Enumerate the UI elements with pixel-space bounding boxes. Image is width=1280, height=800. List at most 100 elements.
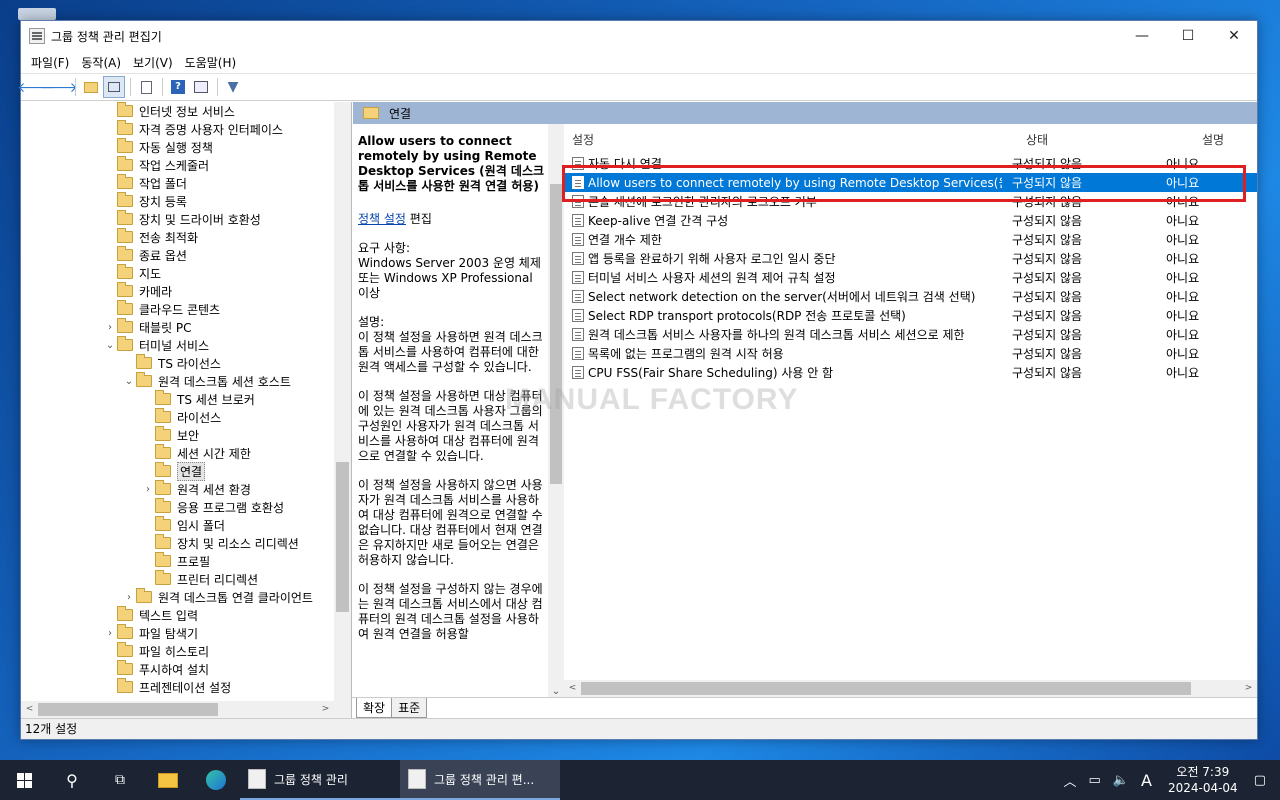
menu-view[interactable]: 보기(V)	[127, 54, 179, 71]
tree-item[interactable]: 연결	[21, 461, 334, 481]
collapse-chevron-icon[interactable]: ⌄	[122, 376, 136, 387]
tab-extended[interactable]: 확장	[356, 698, 393, 718]
close-button[interactable]: ✕	[1211, 21, 1257, 51]
tree-item[interactable]: 장치 등록	[21, 192, 334, 210]
maximize-button[interactable]: ☐	[1165, 21, 1211, 51]
tree-item[interactable]: 전송 최적화	[21, 228, 334, 246]
tree-item[interactable]: 인터넷 정보 서비스	[21, 102, 334, 120]
tree-item[interactable]: › 원격 세션 환경	[21, 480, 334, 498]
tree-item[interactable]: ⌄ 터미널 서비스	[21, 336, 334, 354]
help-icon[interactable]: ?	[167, 76, 189, 98]
menu-action[interactable]: 동작(A)	[75, 54, 127, 71]
policy-row[interactable]: Keep-alive 연결 간격 구성 구성되지 않음 아니요	[564, 211, 1257, 230]
tree-item[interactable]: 클라우드 콘텐츠	[21, 300, 334, 318]
policy-row[interactable]: 원격 데스크톱 서비스 사용자를 하나의 원격 데스크톱 서비스 세션으로 제한…	[564, 325, 1257, 344]
scroll-right-arrow-icon[interactable]: >	[317, 701, 334, 718]
expand-chevron-icon[interactable]: ›	[122, 592, 136, 603]
tree-item[interactable]: 작업 폴더	[21, 174, 334, 192]
policy-row[interactable]: 터미널 서비스 사용자 세션의 원격 제어 규칙 설정 구성되지 않음 아니요	[564, 268, 1257, 287]
policy-row[interactable]: Select RDP transport protocols(RDP 전송 프로…	[564, 306, 1257, 325]
menu-help[interactable]: 도움말(H)	[179, 54, 243, 71]
tree-item[interactable]: 종료 옵션	[21, 246, 334, 264]
tree-item[interactable]: 장치 및 리소스 리디렉션	[21, 534, 334, 552]
tree-hscroll-thumb[interactable]	[38, 703, 218, 716]
tree-item[interactable]: 응용 프로그램 호환성	[21, 498, 334, 516]
edit-policy-link[interactable]: 정책 설정	[358, 212, 406, 226]
filter-icon[interactable]: ▼	[222, 76, 244, 98]
tree-item[interactable]: 카메라	[21, 282, 334, 300]
tree-item[interactable]: › 원격 데스크톱 연결 클라이언트	[21, 588, 334, 606]
policy-row[interactable]: 자동 다시 연결 구성되지 않음 아니요	[564, 154, 1257, 173]
tree-horizontal-scrollbar[interactable]: < >	[21, 701, 334, 718]
tree-item[interactable]: 자격 증명 사용자 인터페이스	[21, 120, 334, 138]
notification-icon[interactable]: ▢	[1254, 773, 1266, 788]
policy-row[interactable]: 목록에 없는 프로그램의 원격 시작 허용 구성되지 않음 아니요	[564, 344, 1257, 363]
tab-standard[interactable]: 표준	[391, 698, 428, 718]
tree-item[interactable]: › 태블릿 PC	[21, 318, 334, 336]
description-scrollbar[interactable]: ⌄	[548, 124, 564, 697]
tree-item[interactable]: 장치 및 드라이버 호환성	[21, 210, 334, 228]
show-hidden-icons-chevron-icon[interactable]: ︿	[1064, 771, 1077, 790]
tree-item[interactable]: 보안	[21, 426, 334, 444]
policy-row[interactable]: CPU FSS(Fair Share Scheduling) 사용 안 함 구성되…	[564, 363, 1257, 382]
tree-item[interactable]: › 파일 탐색기	[21, 624, 334, 642]
edge-browser-icon[interactable]	[192, 760, 240, 800]
scroll-down-arrow-icon[interactable]: ⌄	[548, 686, 564, 697]
tree-item[interactable]: 프로필	[21, 552, 334, 570]
column-setting[interactable]: 설정	[564, 131, 1002, 148]
tree-item[interactable]: ⌄ 원격 데스크톱 세션 호스트	[21, 372, 334, 390]
scroll-left-arrow-icon[interactable]: <	[564, 680, 581, 697]
clock[interactable]: 오전 7:39 2024-04-04	[1168, 764, 1238, 796]
tree-item[interactable]: TS 라이선스	[21, 354, 334, 372]
edit-policy-line: 정책 설정 편집	[358, 212, 546, 227]
desktop-icon[interactable]	[18, 8, 56, 20]
policy-row[interactable]: Select network detection on the server(서…	[564, 287, 1257, 306]
tree-item[interactable]: 세션 시간 제한	[21, 444, 334, 462]
expand-chevron-icon[interactable]: ›	[141, 484, 155, 495]
menu-file[interactable]: 파일(F)	[25, 54, 75, 71]
policy-row[interactable]: 앱 등록을 완료하기 위해 사용자 로그인 일시 중단 구성되지 않음 아니요	[564, 249, 1257, 268]
tree-item[interactable]: 프린터 리디렉션	[21, 570, 334, 588]
list-hscroll-thumb[interactable]	[581, 682, 1191, 695]
tree-item[interactable]: 임시 폴더	[21, 516, 334, 534]
tree-item[interactable]: 푸시하여 설치	[21, 660, 334, 678]
collapse-chevron-icon[interactable]: ⌄	[103, 340, 117, 351]
forward-arrow-icon[interactable]: 🡒	[40, 76, 78, 98]
tree-item[interactable]: 작업 스케줄러	[21, 156, 334, 174]
task-view-icon[interactable]: ⧉	[96, 760, 144, 800]
tree-scroll-thumb[interactable]	[336, 462, 349, 612]
up-folder-icon[interactable]	[80, 76, 102, 98]
expand-chevron-icon[interactable]: ›	[103, 322, 117, 333]
column-state[interactable]: 상태	[1002, 131, 1152, 148]
tree-item[interactable]: 파일 히스토리	[21, 642, 334, 660]
list-horizontal-scrollbar[interactable]: < >	[564, 680, 1257, 697]
tree-item[interactable]: 지도	[21, 264, 334, 282]
taskbar-app-gpedit[interactable]: 그룹 정책 관리 편...	[400, 760, 560, 800]
policy-row[interactable]: 연결 개수 제한 구성되지 않음 아니요	[564, 230, 1257, 249]
search-icon[interactable]: ⚲	[48, 760, 96, 800]
properties-icon[interactable]	[190, 76, 212, 98]
tree-item[interactable]: 텍스트 입력	[21, 606, 334, 624]
expand-chevron-icon[interactable]: ›	[103, 628, 117, 639]
policy-row[interactable]: Allow users to connect remotely by using…	[564, 173, 1257, 192]
description-scroll-thumb[interactable]	[550, 184, 562, 484]
tree-item[interactable]: 자동 실행 정책	[21, 138, 334, 156]
policy-row[interactable]: 콘솔 세션에 로그인한 관리자의 로그오프 거부 구성되지 않음 아니요	[564, 192, 1257, 211]
minimize-button[interactable]: —	[1119, 21, 1165, 51]
tree-item[interactable]: 라이선스	[21, 408, 334, 426]
network-icon[interactable]: ▭	[1089, 773, 1101, 788]
column-comment[interactable]: 설명	[1152, 131, 1242, 148]
tree-item[interactable]: TS 세션 브로커	[21, 390, 334, 408]
start-button[interactable]	[0, 760, 48, 800]
file-explorer-icon[interactable]	[144, 760, 192, 800]
export-list-icon[interactable]	[135, 76, 157, 98]
tree-item[interactable]: 프레젠테이션 설정	[21, 678, 334, 696]
ime-indicator[interactable]: A	[1141, 771, 1152, 790]
tree-vertical-scrollbar[interactable]	[334, 102, 351, 701]
scroll-right-arrow-icon[interactable]: >	[1240, 680, 1257, 697]
requirements-label: 요구 사항:	[358, 241, 411, 255]
show-hide-tree-icon[interactable]	[103, 76, 125, 98]
volume-muted-icon[interactable]: 🔈	[1113, 773, 1129, 788]
taskbar-app-gpmc[interactable]: 그룹 정책 관리	[240, 760, 400, 800]
scroll-left-arrow-icon[interactable]: <	[21, 701, 38, 718]
